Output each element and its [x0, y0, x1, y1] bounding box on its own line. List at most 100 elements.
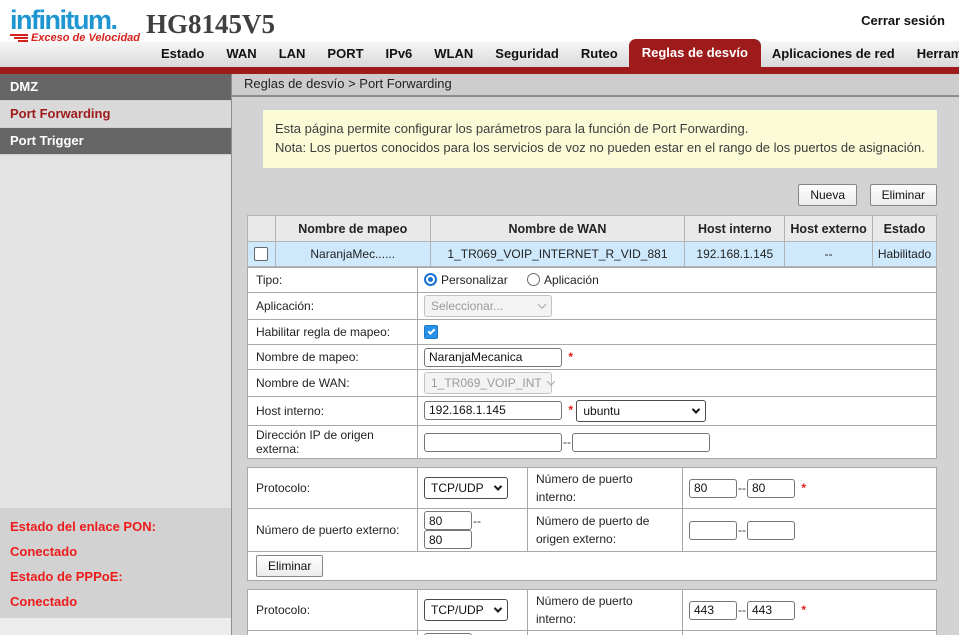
tab-wlan[interactable]: WLAN	[423, 41, 484, 67]
internal-port-start-input[interactable]	[689, 479, 737, 498]
radio-aplicacion[interactable]	[527, 273, 540, 286]
external-source-ip-label: Dirección IP de origen externa:	[248, 426, 418, 459]
chevron-down-icon	[494, 482, 502, 490]
internal-host-input[interactable]	[424, 401, 562, 420]
info-box: Esta página permite configurar los parám…	[263, 110, 937, 168]
radio-personalizar[interactable]	[424, 273, 437, 286]
application-select: Seleccionar...	[424, 295, 552, 317]
breadcrumb: Reglas de desvío > Port Forwarding	[232, 74, 959, 97]
tab-aplicaciones-de-red[interactable]: Aplicaciones de red	[761, 41, 906, 67]
chevron-down-icon	[538, 300, 546, 308]
internal-port-end-input[interactable]	[747, 601, 795, 620]
chevron-down-icon	[494, 604, 502, 612]
required-marker: *	[801, 481, 806, 495]
infinitum-logo: infinitum. Exceso de Velocidad	[10, 7, 140, 44]
internal-port-start-input[interactable]	[689, 601, 737, 620]
header: infinitum. Exceso de Velocidad HG8145V5 …	[0, 0, 959, 67]
internal-port-label: Número de puerto interno:	[528, 468, 683, 509]
required-marker: *	[801, 603, 806, 617]
table-row: NaranjaMec...... 1_TR069_VOIP_INTERNET_R…	[248, 242, 937, 267]
radio-personalizar-label[interactable]: Personalizar	[441, 273, 508, 287]
info-line-1: Esta página permite configurar los parám…	[275, 119, 925, 138]
enable-rule-label: Habilitar regla de mapeo:	[248, 320, 418, 345]
cell-external-host: --	[785, 242, 873, 267]
header-checkbox-column	[248, 216, 276, 242]
external-source-ip-end-input[interactable]	[572, 433, 710, 452]
pppoe-status-value: Conectado	[0, 589, 231, 614]
sidebar-item-port-trigger[interactable]: Port Trigger	[0, 128, 231, 155]
protocol-select[interactable]: TCP/UDP	[424, 599, 508, 621]
external-port-label: Número de puerto externo:	[248, 509, 418, 552]
protocol-label: Protocolo:	[248, 590, 418, 631]
required-marker: *	[568, 403, 573, 417]
toolbar: Nueva Eliminar	[247, 184, 937, 206]
header-external-host: Host externo	[785, 216, 873, 242]
row-checkbox[interactable]	[254, 247, 268, 261]
cell-mapping-name: NaranjaMec......	[275, 242, 430, 267]
protocol-label: Protocolo:	[248, 468, 418, 509]
sidebar-bottom-filler	[0, 618, 231, 635]
main-nav: Estado WAN LAN PORT IPv6 WLAN Seguridad …	[150, 39, 959, 67]
source-port-label: Número de puerto de origen externo:	[528, 509, 683, 552]
new-button[interactable]: Nueva	[798, 184, 857, 206]
mapping-name-input[interactable]	[424, 348, 562, 367]
external-source-ip-start-input[interactable]	[424, 433, 562, 452]
tab-estado[interactable]: Estado	[150, 41, 215, 67]
cell-wan-name: 1_TR069_VOIP_INTERNET_R_VID_881	[430, 242, 685, 267]
sidebar-filler	[0, 155, 231, 508]
speed-lines-icon	[10, 34, 28, 42]
tab-ruteo[interactable]: Ruteo	[570, 41, 629, 67]
logo-wordmark: infinitum.	[10, 7, 140, 34]
tab-lan[interactable]: LAN	[268, 41, 317, 67]
external-port-end-input[interactable]	[424, 530, 472, 549]
delete-button[interactable]: Eliminar	[870, 184, 937, 206]
internal-port-label: Número de puerto interno:	[528, 590, 683, 631]
pon-status-label: Estado del enlace PON:	[0, 514, 231, 539]
port-forwarding-rules-table: Nombre de mapeo Nombre de WAN Host inter…	[247, 215, 937, 267]
sidebar-item-port-forwarding[interactable]: Port Forwarding	[0, 101, 231, 128]
source-port-start-input[interactable]	[689, 521, 737, 540]
internal-port-end-input[interactable]	[747, 479, 795, 498]
external-port-label: Número de puerto externo:	[248, 631, 418, 635]
pppoe-status-label: Estado de PPPoE:	[0, 564, 231, 589]
cell-internal-host: 192.168.1.145	[685, 242, 785, 267]
content-panel: Reglas de desvío > Port Forwarding Esta …	[232, 74, 959, 635]
protocol-select[interactable]: TCP/UDP	[424, 477, 508, 499]
info-line-2: Nota: Los puertos conocidos para los ser…	[275, 138, 925, 157]
header-mapping-name: Nombre de mapeo	[275, 216, 430, 242]
enable-rule-checkbox[interactable]	[424, 325, 438, 339]
header-internal-host: Host interno	[685, 216, 785, 242]
port-mapping-block-1: Protocolo: TCP/UDP Número de puerto inte…	[247, 467, 937, 581]
tab-wan[interactable]: WAN	[215, 41, 267, 67]
source-port-label: Número de puerto de origen externo:	[528, 631, 683, 635]
source-port-end-input[interactable]	[747, 521, 795, 540]
logo-tagline: Exceso de Velocidad	[31, 32, 140, 44]
port-mapping-block-2: Protocolo: TCP/UDP Número de puerto inte…	[247, 589, 937, 635]
accent-bar	[0, 67, 959, 74]
type-label: Tipo:	[248, 268, 418, 293]
mapping-name-label: Nombre de mapeo:	[248, 345, 418, 370]
internal-host-device-select[interactable]: ubuntu	[576, 400, 706, 422]
tab-port[interactable]: PORT	[316, 41, 374, 67]
external-port-start-input[interactable]	[424, 511, 472, 530]
radio-aplicacion-label[interactable]: Aplicación	[544, 273, 599, 287]
connection-status-panel: Estado del enlace PON: Conectado Estado …	[0, 508, 231, 618]
internal-host-label: Host interno:	[248, 397, 418, 426]
application-label: Aplicación:	[248, 293, 418, 320]
sidebar-item-dmz[interactable]: DMZ	[0, 74, 231, 101]
delete-port-block-button[interactable]: Eliminar	[256, 555, 323, 577]
rule-edit-form: Tipo: Personalizar Aplicación Aplicación…	[247, 267, 937, 459]
pon-status-value: Conectado	[0, 539, 231, 564]
wan-name-label: Nombre de WAN:	[248, 370, 418, 397]
tab-ipv6[interactable]: IPv6	[375, 41, 424, 67]
tab-reglas-de-desvio[interactable]: Reglas de desvío	[629, 39, 761, 67]
tab-herramientas[interactable]: Herramientas	[906, 41, 959, 67]
logout-link[interactable]: Cerrar sesión	[861, 13, 945, 28]
chevron-down-icon	[692, 405, 700, 413]
wan-name-select: 1_TR069_VOIP_INT	[424, 372, 552, 394]
device-model-title: HG8145V5	[146, 9, 275, 40]
header-wan-name: Nombre de WAN	[430, 216, 685, 242]
header-status: Estado	[873, 216, 937, 242]
cell-status: Habilitado	[873, 242, 937, 267]
tab-seguridad[interactable]: Seguridad	[484, 41, 570, 67]
